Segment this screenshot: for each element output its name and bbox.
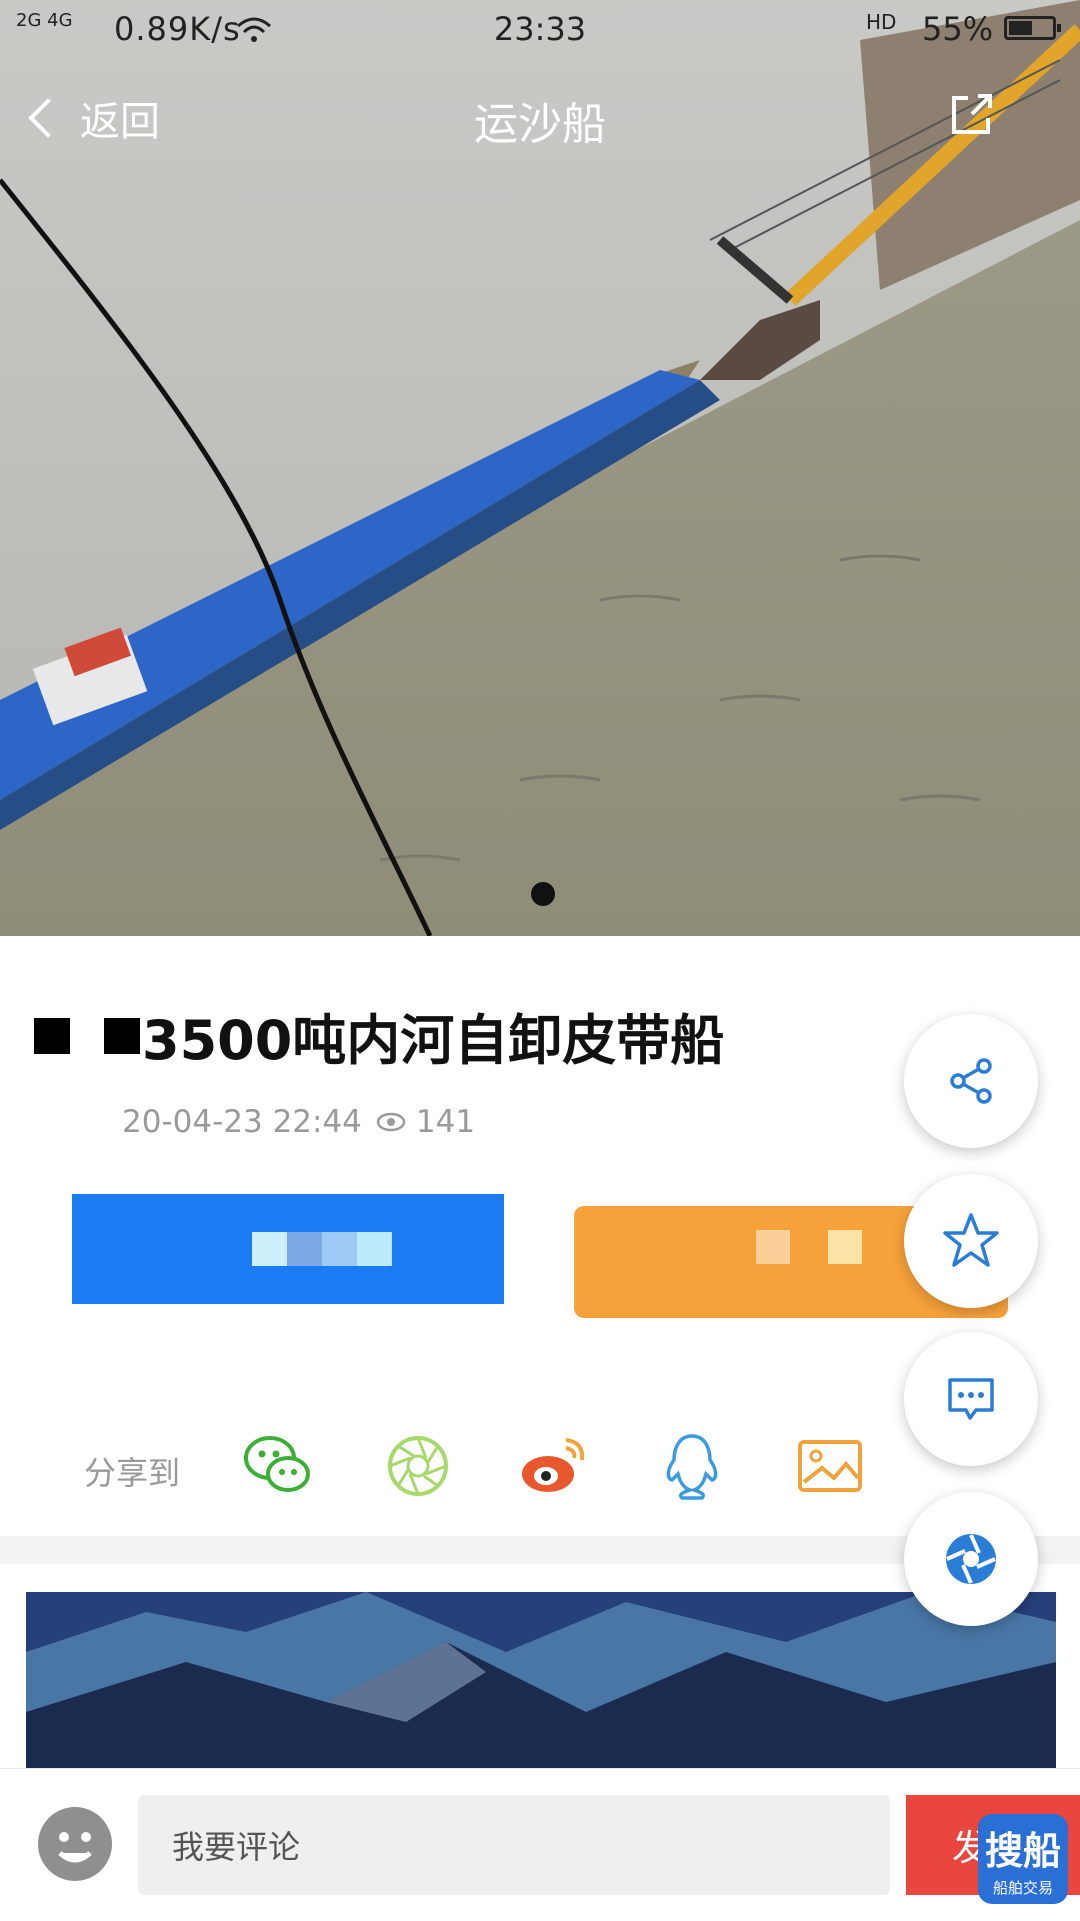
post-title-text: 3500吨内河自卸皮带船 bbox=[142, 1009, 725, 1072]
fab-favorite-button[interactable] bbox=[904, 1174, 1038, 1308]
qq-icon bbox=[666, 1434, 718, 1500]
contact-button-blue[interactable] bbox=[72, 1194, 504, 1304]
share-icon bbox=[950, 1058, 992, 1104]
post-meta: 20-04-23 22:44 141 bbox=[122, 1104, 475, 1140]
star-icon bbox=[943, 1213, 999, 1267]
image-share-button[interactable] bbox=[792, 1428, 868, 1504]
fab-share-button[interactable] bbox=[904, 1014, 1038, 1148]
logo-subtext: 船舶交易 bbox=[992, 1879, 1053, 1897]
share-label: 分享到 bbox=[84, 1454, 181, 1492]
comment-icon bbox=[948, 1378, 994, 1420]
logo-text: 搜船 bbox=[984, 1829, 1061, 1873]
hero-image[interactable]: 2G 4G 0.89K/s 23:33 HD 55% 返回 运沙船 bbox=[0, 0, 1080, 936]
qq-share-button[interactable] bbox=[654, 1428, 730, 1504]
post-date: 20-04-23 22:44 bbox=[122, 1104, 362, 1140]
hd-call-icon: HD bbox=[866, 10, 897, 34]
comment-input[interactable]: 我要评论 bbox=[138, 1795, 890, 1895]
weibo-icon bbox=[522, 1438, 585, 1492]
gallery-dot bbox=[531, 882, 555, 906]
mountain-image bbox=[26, 1592, 1056, 1768]
post-title: 3500吨内河自卸皮带船 bbox=[34, 996, 724, 1075]
ad-banner[interactable] bbox=[26, 1592, 1056, 1768]
smiley-avatar-icon bbox=[58, 1832, 92, 1863]
fab-comment-button[interactable] bbox=[904, 1332, 1038, 1466]
nav-bar: 返回 运沙船 bbox=[0, 70, 1080, 170]
blurred-label bbox=[828, 1230, 862, 1264]
battery-icon bbox=[1004, 16, 1061, 40]
moments-icon bbox=[388, 1436, 448, 1496]
clock: 23:33 bbox=[493, 10, 587, 48]
view-count: 141 bbox=[415, 1104, 476, 1140]
status-bar: 2G 4G 0.89K/s 23:33 HD 55% bbox=[0, 0, 1080, 60]
share-out-button[interactable] bbox=[948, 90, 996, 138]
soucuan-logo: 搜船 船舶交易 bbox=[978, 1814, 1068, 1904]
redaction-block bbox=[104, 1017, 140, 1054]
wechat-share-button[interactable] bbox=[240, 1428, 316, 1504]
battery-percent: 55% bbox=[922, 10, 994, 48]
blurred-label bbox=[252, 1232, 392, 1266]
fab-moments-button[interactable] bbox=[904, 1492, 1038, 1626]
wechat-icon bbox=[244, 1436, 310, 1492]
comment-placeholder: 我要评论 bbox=[172, 1828, 301, 1866]
shutter-icon bbox=[946, 1534, 996, 1584]
eye-icon bbox=[376, 1104, 406, 1140]
avatar[interactable] bbox=[38, 1807, 112, 1881]
redaction-block bbox=[34, 1017, 70, 1054]
blurred-label bbox=[756, 1230, 790, 1264]
weibo-share-button[interactable] bbox=[516, 1428, 592, 1504]
image-icon bbox=[798, 1440, 862, 1492]
share-out-icon bbox=[952, 94, 992, 134]
comment-bar: 我要评论 发 bbox=[0, 1768, 1080, 1921]
moments-share-button[interactable] bbox=[380, 1428, 456, 1504]
page-title: 运沙船 bbox=[474, 99, 606, 150]
